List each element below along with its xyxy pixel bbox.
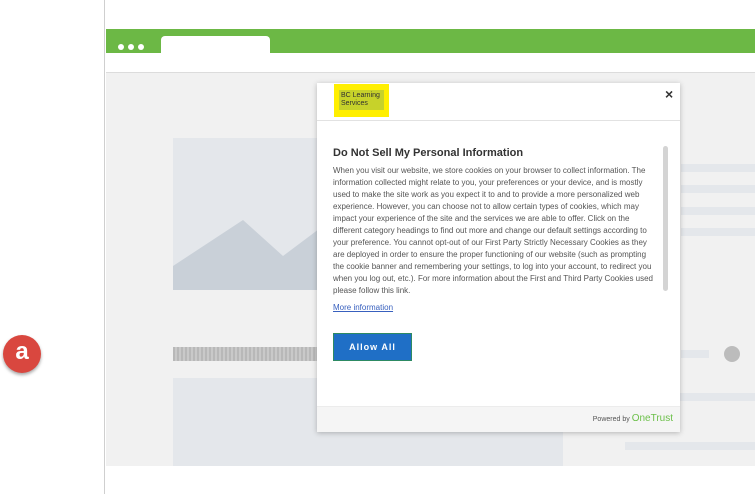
image-placeholder-icon (173, 220, 323, 290)
content-scrollbar[interactable] (663, 146, 668, 291)
window-dot-icon (128, 44, 134, 50)
onetrust-brand[interactable]: OneTrust (632, 413, 673, 424)
dialog-header: BC Learning Services × (317, 83, 680, 121)
placeholder-image (173, 138, 323, 290)
placeholder-line (681, 164, 755, 172)
browser-address-area (106, 53, 755, 73)
placeholder-bar (173, 347, 323, 361)
dialog-footer: Powered by OneTrust (317, 406, 680, 432)
dialog-title: Do Not Sell My Personal Information (333, 147, 524, 159)
placeholder-line (681, 185, 755, 193)
powered-by: Powered by OneTrust (593, 413, 673, 424)
powered-by-label: Powered by (592, 416, 630, 423)
cookie-consent-dialog: BC Learning Services × Do Not Sell My Pe… (317, 83, 680, 432)
left-margin: a (0, 0, 105, 494)
placeholder-line (681, 228, 755, 236)
window-dot-icon (138, 44, 144, 50)
logo-text: BC Learning Services (339, 90, 384, 110)
dialog-description: When you visit our website, we store coo… (333, 166, 654, 295)
browser-title-bar (106, 29, 755, 53)
dialog-content: Do Not Sell My Personal Information When… (333, 147, 659, 315)
window-dot-icon (118, 44, 124, 50)
allow-all-button[interactable]: Allow All (333, 333, 412, 361)
placeholder-line (625, 442, 755, 450)
placeholder-circle (724, 346, 740, 362)
company-logo: BC Learning Services (334, 84, 389, 117)
more-information-link[interactable]: More information (333, 303, 393, 312)
annotation-badge: a (3, 335, 41, 373)
browser-tab (161, 36, 270, 53)
placeholder-line (681, 207, 755, 215)
placeholder-line (681, 350, 709, 358)
placeholder-line (680, 393, 755, 401)
close-icon[interactable]: × (665, 86, 673, 102)
